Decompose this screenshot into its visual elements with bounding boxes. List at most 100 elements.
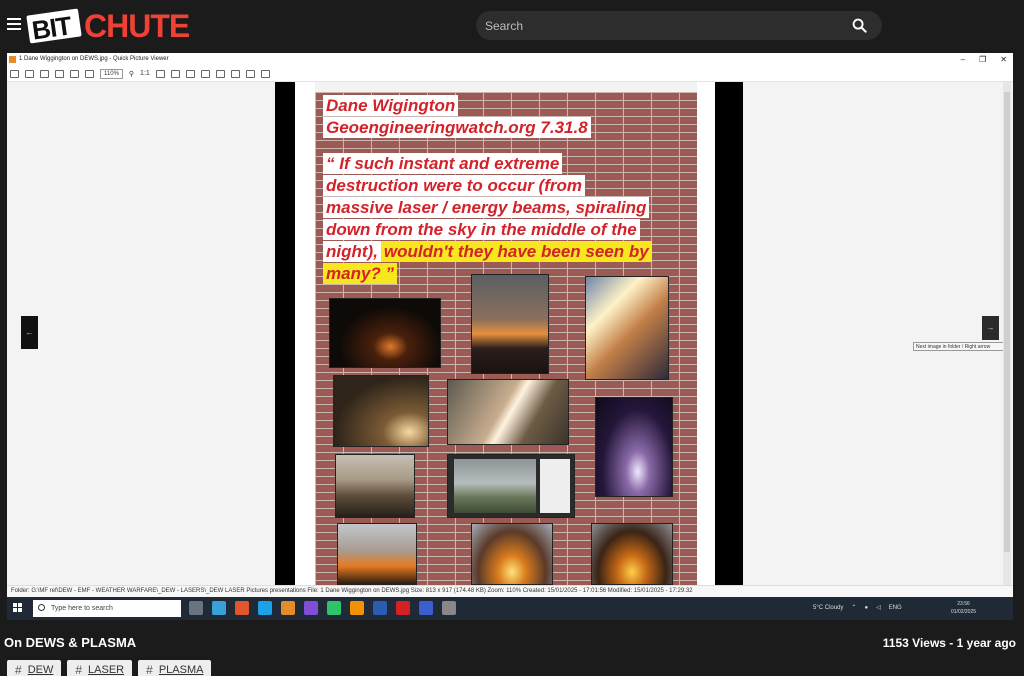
hashtag-dew[interactable]: # DEW bbox=[7, 660, 62, 676]
search-icon[interactable] bbox=[852, 18, 867, 33]
hashtag-icon: # bbox=[15, 663, 22, 676]
fit-icon[interactable] bbox=[85, 69, 94, 78]
taskbar-clock[interactable]: 23:56 01/02/2025 bbox=[951, 600, 976, 616]
viewer-status-bar: Folder: G:\MF ref\DEW - EMF - WEATHER WA… bbox=[7, 585, 1013, 597]
brave-icon[interactable] bbox=[235, 601, 249, 615]
slide-quote-line: down from the sky in the middle of the bbox=[323, 219, 640, 240]
app-icon[interactable] bbox=[327, 601, 341, 615]
photo-burning-field bbox=[337, 523, 417, 585]
weather-widget[interactable]: 5°C Cloudy bbox=[813, 597, 843, 620]
photo-beam-sky bbox=[471, 274, 549, 374]
search-bar bbox=[476, 11, 882, 40]
hashtag-label: PLASMA bbox=[158, 664, 204, 676]
slide-quote-highlight: many? ” bbox=[323, 263, 398, 284]
slideshow-icon[interactable] bbox=[245, 69, 255, 78]
more-menu-icon[interactable] bbox=[260, 69, 270, 78]
video-player[interactable]: 1 Dane Wiggington on DEWS.jpg - Quick Pi… bbox=[7, 53, 1013, 620]
zoom-field[interactable]: 110% bbox=[100, 68, 123, 79]
viewer-toolbar: 110% ⚲ 1:1 bbox=[7, 66, 1013, 82]
windows-start-icon[interactable] bbox=[13, 603, 23, 613]
viewer-title-bar: 1 Dane Wiggington on DEWS.jpg - Quick Pi… bbox=[7, 53, 1013, 66]
search-input[interactable] bbox=[485, 17, 845, 34]
slide-quote-line: massive laser / energy beams, spiraling bbox=[323, 197, 650, 218]
effects-icon[interactable] bbox=[200, 69, 210, 78]
actual-size-label[interactable]: 1:1 bbox=[140, 70, 150, 77]
system-tray: 5°C Cloudy ⌃ ● ◁ ENG bbox=[813, 597, 902, 620]
copy-icon[interactable] bbox=[40, 69, 49, 78]
clock-date: 01/02/2025 bbox=[951, 609, 977, 615]
viewer-scrollbar[interactable] bbox=[1003, 82, 1011, 585]
next-image-button[interactable]: → bbox=[982, 316, 999, 340]
logo-chute-text: CHUTE bbox=[84, 7, 190, 44]
video-views-date: 1153 Views - 1 year ago bbox=[882, 636, 1016, 650]
app-icon[interactable] bbox=[442, 601, 456, 615]
hashtag-plasma[interactable]: # PLASMA bbox=[138, 660, 212, 676]
menu-icon[interactable] bbox=[7, 18, 21, 30]
task-view-icon[interactable] bbox=[189, 601, 203, 615]
volume-icon[interactable]: ◁ bbox=[876, 597, 881, 620]
hashtag-label: DEW bbox=[27, 664, 54, 676]
skype-icon[interactable] bbox=[258, 601, 272, 615]
letterbox-right bbox=[715, 82, 743, 585]
letterbox-left bbox=[275, 82, 295, 585]
picture-viewer-taskbar-icon[interactable] bbox=[281, 601, 295, 615]
grid-icon[interactable] bbox=[215, 69, 225, 78]
photo-explosion bbox=[471, 523, 553, 585]
image-margin-right bbox=[697, 82, 715, 585]
fullscreen-icon[interactable] bbox=[230, 69, 240, 78]
slide-quote-line: destruction were to occur (from bbox=[323, 175, 585, 196]
app-icon[interactable] bbox=[304, 601, 318, 615]
app-icon[interactable] bbox=[373, 601, 387, 615]
open-icon[interactable] bbox=[10, 69, 19, 78]
slide-source: Geoengineeringwatch.org 7.31.8 bbox=[323, 117, 591, 138]
photo-beam-smoke bbox=[447, 379, 569, 445]
logo-bit-text: BIT bbox=[30, 10, 73, 46]
tray-arrow-icon[interactable]: ⌃ bbox=[851, 597, 856, 620]
pdf-icon[interactable] bbox=[396, 601, 410, 615]
download-icon[interactable] bbox=[55, 69, 64, 78]
hashtag-label: LASER bbox=[88, 664, 125, 676]
image-canvas: Dane Wigington Geoengineeringwatch.org 7… bbox=[7, 82, 1013, 585]
bitchute-logo[interactable]: BIT CHUTE bbox=[26, 7, 190, 46]
app-icon[interactable] bbox=[419, 601, 433, 615]
hashtag-icon: # bbox=[146, 663, 153, 676]
slide-quote-line: night), bbox=[323, 241, 381, 262]
window-controls: – ❐ ✕ bbox=[961, 53, 1007, 66]
taskbar-apps bbox=[189, 601, 456, 615]
app-icon[interactable] bbox=[212, 601, 226, 615]
language-indicator[interactable]: ENG bbox=[889, 597, 902, 620]
taskbar-search-placeholder: Type here to search bbox=[51, 605, 113, 612]
minimize-icon[interactable]: – bbox=[961, 53, 965, 66]
taskbar-search[interactable]: Type here to search bbox=[33, 600, 181, 617]
slide-author: Dane Wigington bbox=[323, 95, 459, 116]
close-icon[interactable]: ✕ bbox=[1000, 53, 1007, 66]
slide-quote: Dane Wigington Geoengineeringwatch.org 7… bbox=[323, 95, 695, 285]
video-title: On DEWS & PLASMA bbox=[4, 635, 137, 650]
mic-icon[interactable]: ● bbox=[864, 597, 868, 620]
photo-fireball bbox=[591, 523, 673, 585]
logo-bit-badge: BIT bbox=[26, 8, 82, 46]
slide-quote-line: “ If such instant and extreme bbox=[323, 153, 563, 174]
zoom-icon[interactable]: ⚲ bbox=[129, 70, 134, 78]
print-icon[interactable] bbox=[70, 69, 79, 78]
previous-image-button[interactable]: ← bbox=[21, 316, 38, 349]
maximize-icon[interactable]: ❐ bbox=[979, 53, 986, 66]
photo-beam-horizon bbox=[333, 375, 429, 447]
edit-icon[interactable] bbox=[170, 69, 180, 78]
save-icon[interactable] bbox=[25, 69, 34, 78]
windows-taskbar: Type here to search 5°C Cloudy ⌃ ● ◁ ENG… bbox=[7, 597, 1013, 620]
top-navigation-bar: BIT CHUTE bbox=[0, 0, 1024, 52]
hashtag-icon: # bbox=[75, 663, 83, 676]
clock-time: 23:56 bbox=[957, 601, 970, 607]
crop-icon[interactable] bbox=[155, 69, 165, 78]
viewer-window-title: 1 Dane Wiggington on DEWS.jpg - Quick Pi… bbox=[19, 56, 169, 62]
image-margin-left bbox=[295, 82, 315, 585]
photo-fire-hillside bbox=[335, 454, 415, 518]
next-image-tooltip: Next image in folder / Right arrow bbox=[913, 342, 1011, 351]
photo-news-screenshot bbox=[447, 454, 575, 518]
picture-viewer-icon bbox=[9, 56, 16, 63]
hashtag-laser[interactable]: # LASER bbox=[67, 660, 133, 676]
filter-icon[interactable] bbox=[185, 69, 195, 78]
vlc-icon[interactable] bbox=[350, 601, 364, 615]
taskbar-search-icon bbox=[38, 604, 45, 611]
